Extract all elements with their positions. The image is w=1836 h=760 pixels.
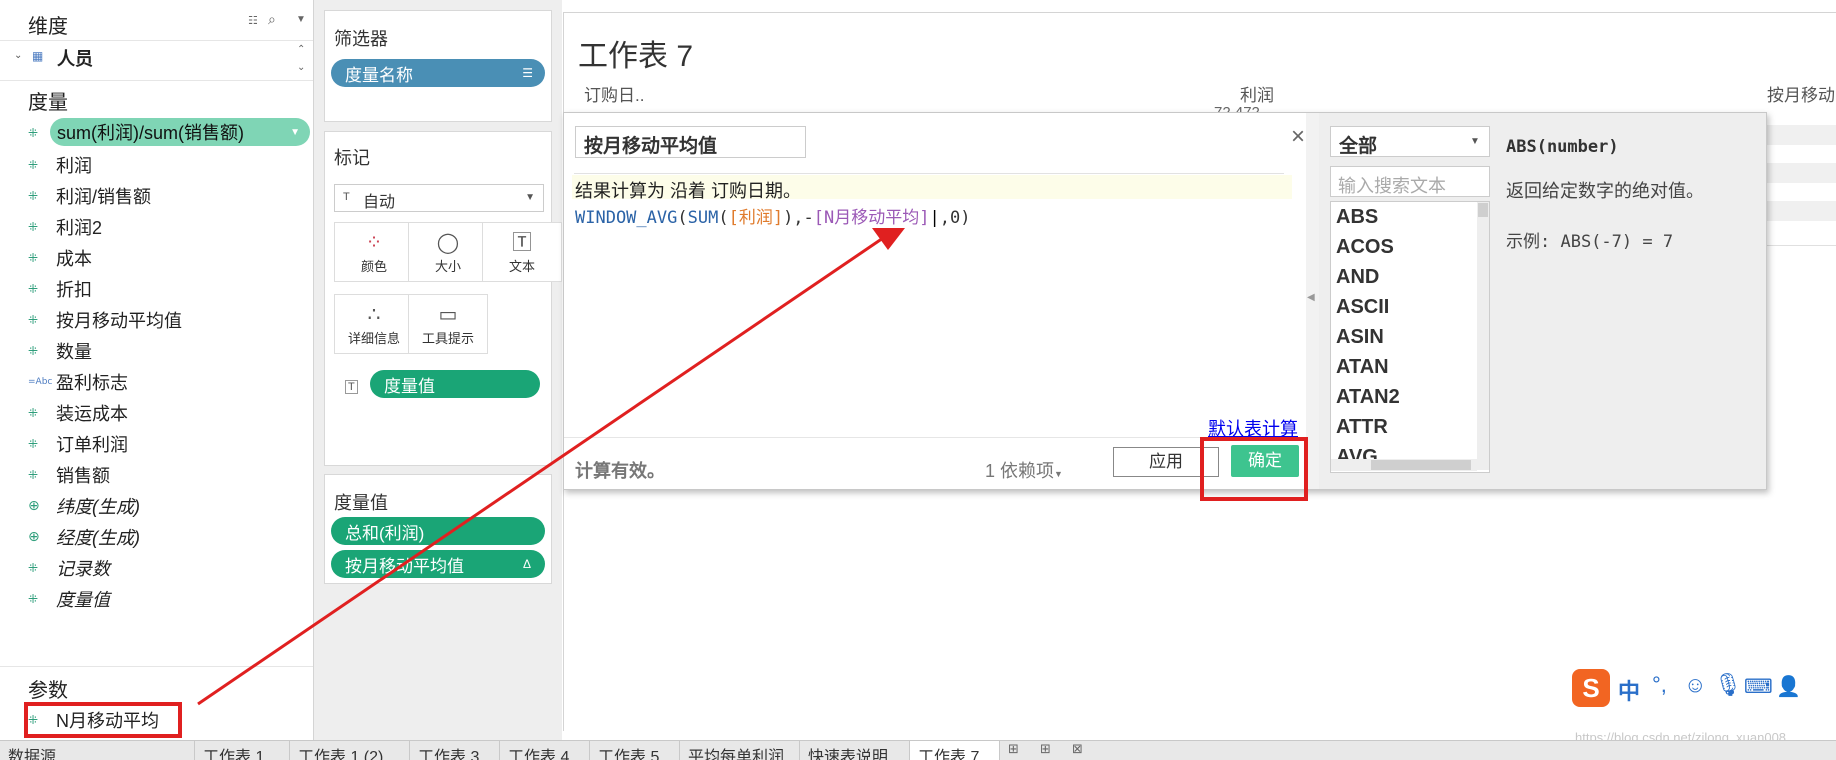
annotation-arrow [197, 234, 887, 706]
annotation-arrow-layer [197, 228, 905, 706]
annotation-arrowhead [872, 228, 905, 250]
